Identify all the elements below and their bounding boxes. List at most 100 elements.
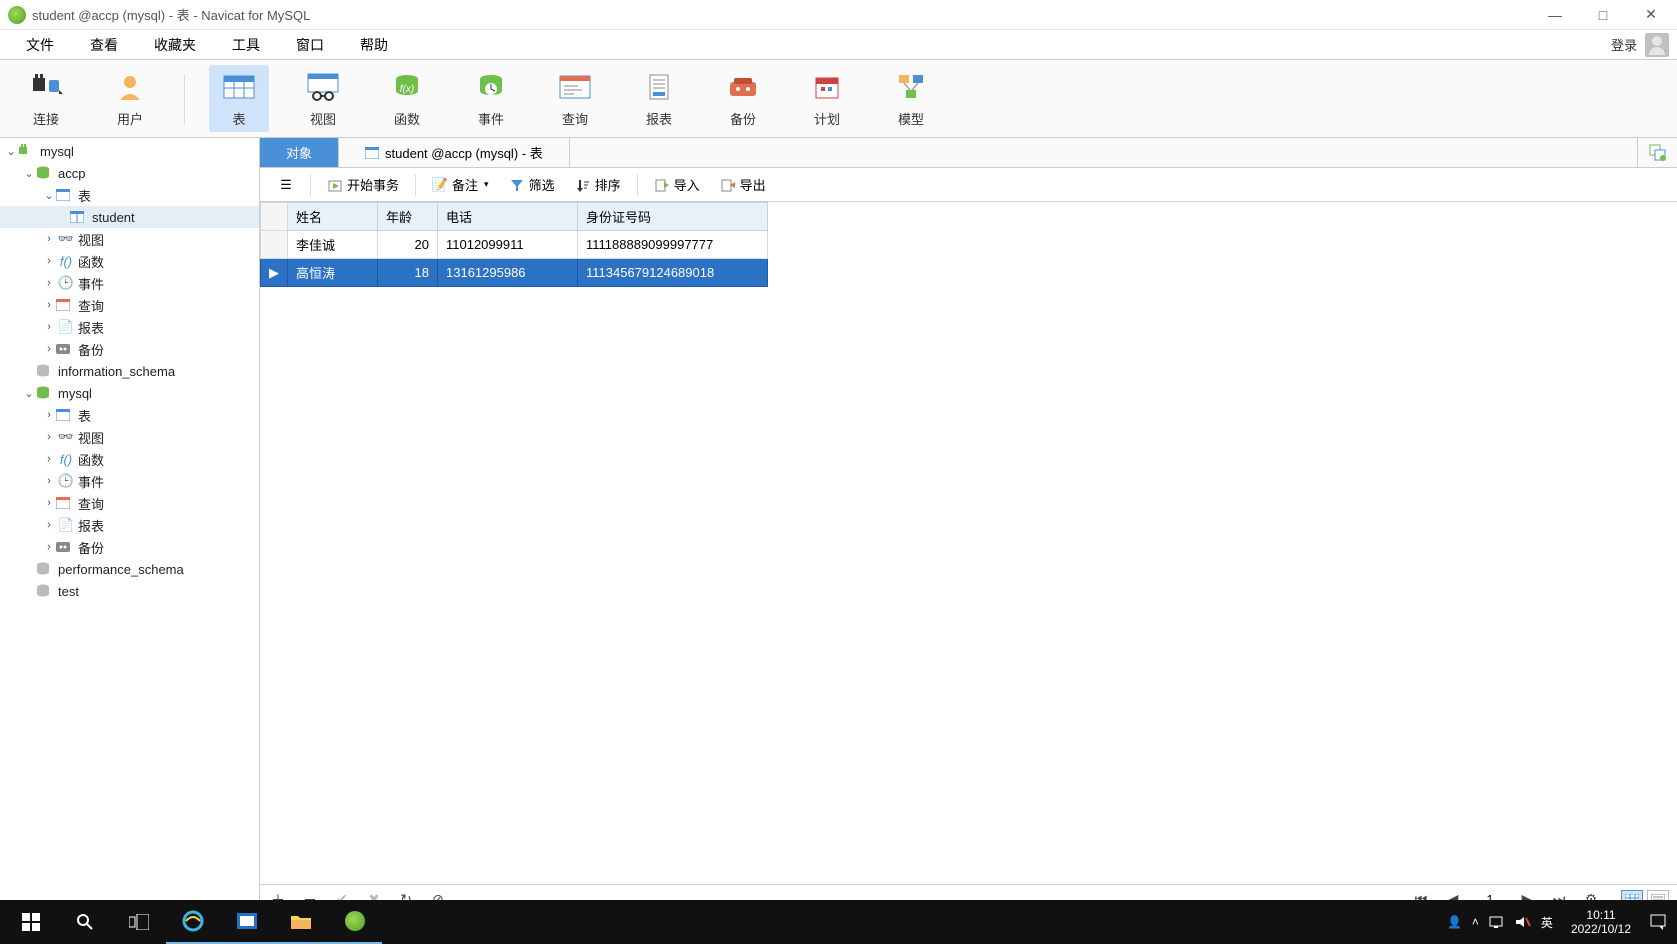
twisty-icon[interactable]: ⌄ <box>22 387 36 400</box>
export-button[interactable]: 导出 <box>710 171 776 198</box>
twisty-icon[interactable]: › <box>42 431 56 443</box>
tree-folder-tables[interactable]: ›表 <box>0 404 259 426</box>
menu-window[interactable]: 窗口 <box>278 31 342 59</box>
begin-transaction-button[interactable]: 开始事务 <box>317 171 409 198</box>
notifications-icon[interactable] <box>1649 913 1667 931</box>
ribbon-event[interactable]: 事件 <box>461 65 521 132</box>
close-button[interactable]: ✕ <box>1627 0 1675 30</box>
ime-indicator[interactable]: 英 <box>1541 914 1553 931</box>
ribbon-table[interactable]: 表 <box>209 65 269 132</box>
tree-folder-queries[interactable]: ›查询 <box>0 492 259 514</box>
twisty-icon[interactable]: › <box>42 299 56 311</box>
tree-folder-views[interactable]: ›👓视图 <box>0 426 259 448</box>
sort-button[interactable]: 排序 <box>565 171 631 198</box>
taskbar-explorer[interactable] <box>274 900 328 944</box>
memo-button[interactable]: 📝备注▾ <box>422 171 499 198</box>
tree-folder-events[interactable]: ›🕒事件 <box>0 470 259 492</box>
twisty-icon[interactable]: › <box>42 497 56 509</box>
menu-view[interactable]: 查看 <box>72 31 136 59</box>
twisty-icon[interactable]: › <box>42 475 56 487</box>
twisty-icon[interactable]: ⌄ <box>22 167 36 180</box>
cell-age[interactable]: 20 <box>378 231 438 259</box>
twisty-icon[interactable]: › <box>42 255 56 267</box>
avatar-icon[interactable] <box>1645 33 1669 57</box>
twisty-icon[interactable]: › <box>42 321 56 333</box>
menu-favorites[interactable]: 收藏夹 <box>136 31 214 59</box>
tree-table-student[interactable]: student <box>0 206 259 228</box>
taskbar-ie[interactable] <box>166 900 220 944</box>
table-row[interactable]: 李佳诚 20 11012099911 111188889099997777 <box>261 231 768 259</box>
twisty-icon[interactable]: › <box>42 519 56 531</box>
data-grid[interactable]: 姓名 年龄 电话 身份证号码 李佳诚 20 11012099911 111188… <box>260 202 1677 884</box>
column-header[interactable]: 身份证号码 <box>578 203 768 231</box>
twisty-icon[interactable]: › <box>42 277 56 289</box>
tree-folder-queries[interactable]: ›查询 <box>0 294 259 316</box>
ribbon-user[interactable]: 用户 <box>100 65 160 132</box>
sidebar[interactable]: ⌄ mysql ⌄ accp ⌄ 表 student ›👓视图 ›f()函数 ›… <box>0 138 260 938</box>
ribbon-view[interactable]: 视图 <box>293 65 353 132</box>
filter-button[interactable]: 筛选 <box>499 171 565 198</box>
tree-folder-reports[interactable]: ›📄报表 <box>0 514 259 536</box>
tab-objects[interactable]: 对象 <box>260 138 339 167</box>
ribbon-schedule[interactable]: 计划 <box>797 65 857 132</box>
tab-sync-button[interactable] <box>1637 138 1677 167</box>
cell-idno[interactable]: 111345679124689018 <box>578 259 768 287</box>
ribbon-function[interactable]: f(x) 函数 <box>377 65 437 132</box>
maximize-button[interactable]: □ <box>1579 0 1627 30</box>
clock[interactable]: 10:11 2022/10/12 <box>1563 908 1639 937</box>
task-view-button[interactable] <box>112 900 166 944</box>
tree-db-mysql[interactable]: ⌄mysql <box>0 382 259 404</box>
people-icon[interactable]: 👤 <box>1447 915 1462 929</box>
twisty-icon[interactable]: › <box>42 343 56 355</box>
column-header[interactable]: 年龄 <box>378 203 438 231</box>
tray-chevron-icon[interactable]: ˄ <box>1472 915 1479 929</box>
menu-file[interactable]: 文件 <box>8 31 72 59</box>
tree-folder-functions[interactable]: ›f()函数 <box>0 250 259 272</box>
tree-folder-backups[interactable]: ›备份 <box>0 338 259 360</box>
start-button[interactable] <box>4 900 58 944</box>
twisty-icon[interactable]: ⌄ <box>4 145 18 158</box>
login-link[interactable]: 登录 <box>1607 35 1641 54</box>
tree-folder-events[interactable]: ›🕒事件 <box>0 272 259 294</box>
network-icon[interactable] <box>1489 915 1505 929</box>
tree-folder-functions[interactable]: ›f()函数 <box>0 448 259 470</box>
search-button[interactable] <box>58 900 112 944</box>
tree-folder-backups[interactable]: ›备份 <box>0 536 259 558</box>
ribbon-backup[interactable]: 备份 <box>713 65 773 132</box>
column-header[interactable]: 姓名 <box>288 203 378 231</box>
volume-icon[interactable] <box>1515 915 1531 929</box>
table-row[interactable]: ▶ 高恒涛 18 13161295986 111345679124689018 <box>261 259 768 287</box>
tree-db-accp[interactable]: ⌄ accp <box>0 162 259 184</box>
menu-button[interactable]: ☰ <box>268 173 304 197</box>
taskbar-app1[interactable] <box>220 900 274 944</box>
cell-age[interactable]: 18 <box>378 259 438 287</box>
minimize-button[interactable]: — <box>1531 0 1579 30</box>
twisty-icon[interactable]: › <box>42 233 56 245</box>
tree-db-test[interactable]: test <box>0 580 259 602</box>
import-button[interactable]: 导入 <box>644 171 710 198</box>
ribbon-connection[interactable]: 连接 <box>16 65 76 132</box>
column-header[interactable]: 电话 <box>438 203 578 231</box>
tree-connection[interactable]: ⌄ mysql <box>0 140 259 162</box>
cell-phone[interactable]: 13161295986 <box>438 259 578 287</box>
system-tray[interactable]: 👤 ˄ 英 10:11 2022/10/12 <box>1447 908 1673 937</box>
tree-folder-reports[interactable]: ›📄报表 <box>0 316 259 338</box>
twisty-icon[interactable]: › <box>42 453 56 465</box>
tab-table-student[interactable]: student @accp (mysql) - 表 <box>339 138 570 167</box>
twisty-icon[interactable]: › <box>42 409 56 421</box>
tree-db-info-schema[interactable]: information_schema <box>0 360 259 382</box>
taskbar-navicat[interactable] <box>328 900 382 944</box>
tree-folder-tables[interactable]: ⌄ 表 <box>0 184 259 206</box>
ribbon-report[interactable]: 报表 <box>629 65 689 132</box>
tree-db-perf-schema[interactable]: performance_schema <box>0 558 259 580</box>
cell-phone[interactable]: 11012099911 <box>438 231 578 259</box>
cell-name[interactable]: 李佳诚 <box>288 231 378 259</box>
cell-idno[interactable]: 111188889099997777 <box>578 231 768 259</box>
cell-name[interactable]: 高恒涛 <box>288 259 378 287</box>
ribbon-query[interactable]: 查询 <box>545 65 605 132</box>
twisty-icon[interactable]: ⌄ <box>42 189 56 202</box>
twisty-icon[interactable]: › <box>42 541 56 553</box>
tree-folder-views[interactable]: ›👓视图 <box>0 228 259 250</box>
menu-tools[interactable]: 工具 <box>214 31 278 59</box>
ribbon-model[interactable]: 模型 <box>881 65 941 132</box>
